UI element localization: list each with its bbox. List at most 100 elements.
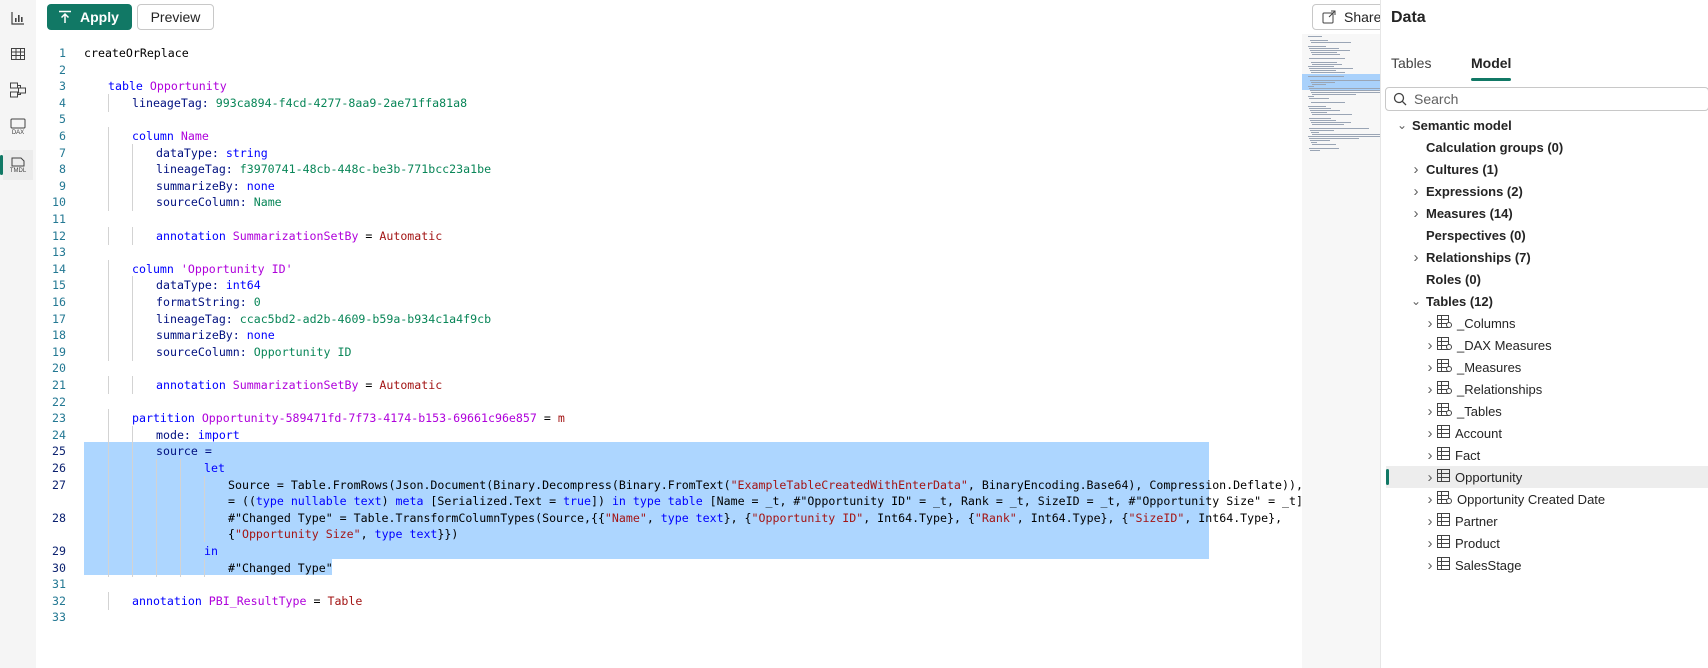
- minimap-line: [1309, 108, 1331, 109]
- tree-item[interactable]: › _Measures: [1423, 356, 1522, 378]
- chevron-right-icon[interactable]: ›: [1423, 359, 1437, 376]
- report-view-icon[interactable]: [3, 3, 33, 33]
- chevron-right-icon[interactable]: ›: [1409, 161, 1423, 178]
- code-text: dataType: int64: [156, 276, 261, 294]
- tab-tables[interactable]: Tables: [1391, 55, 1431, 71]
- code-text: lineageTag: 993ca894-f4cd-4277-8aa9-2ae7…: [132, 94, 467, 112]
- tree-item[interactable]: › Measures (14): [1409, 202, 1513, 224]
- model-view-icon[interactable]: [3, 75, 33, 105]
- chevron-right-icon[interactable]: ›: [1409, 205, 1423, 222]
- indent-guide: [108, 508, 109, 527]
- indent-guide: [108, 259, 109, 278]
- tree-item[interactable]: › _Columns: [1423, 312, 1516, 334]
- tree-item[interactable]: ⌄ Semantic model: [1395, 114, 1512, 136]
- code-token: =: [358, 228, 380, 243]
- tree-item[interactable]: › SalesStage: [1423, 554, 1522, 576]
- minimap-line: [1308, 36, 1322, 37]
- code-token: PBI_ResultType: [208, 593, 307, 608]
- search-input[interactable]: [1414, 90, 1694, 108]
- search-box[interactable]: [1385, 87, 1708, 111]
- tree-item-label: _Tables: [1457, 403, 1502, 419]
- code-text: Source = Table.FromRows(Json.Document(Bi…: [228, 476, 1332, 494]
- chevron-right-icon[interactable]: ›: [1423, 469, 1437, 486]
- tree-item-label: _Columns: [1457, 315, 1516, 331]
- table-icon: [1437, 535, 1450, 551]
- code-token: dataType:: [156, 278, 226, 293]
- tree-item[interactable]: Perspectives (0): [1409, 224, 1526, 246]
- chevron-right-icon[interactable]: ›: [1423, 403, 1437, 420]
- chevron-right-icon[interactable]: ›: [1409, 183, 1423, 200]
- minimap-line: [1310, 120, 1336, 121]
- tree-item[interactable]: › Partner: [1423, 510, 1498, 532]
- code-token: Opportunity: [149, 79, 227, 94]
- tab-model[interactable]: Model: [1471, 55, 1511, 71]
- code-line: 4 lineageTag: 993ca894-f4cd-4277-8aa9-2ae…: [36, 93, 1332, 112]
- indent-guide: [132, 193, 133, 212]
- preview-button[interactable]: Preview: [137, 4, 214, 30]
- minimap-line: [1310, 70, 1336, 71]
- calc-table-icon: [1437, 381, 1452, 397]
- chevron-right-icon[interactable]: ›: [1423, 315, 1437, 332]
- code-token: }}): [437, 527, 459, 542]
- chevron-right-icon[interactable]: ›: [1423, 557, 1437, 574]
- indent-guide: [156, 542, 157, 560]
- chevron-right-icon[interactable]: ›: [1423, 513, 1437, 530]
- tree-item[interactable]: › Product: [1423, 532, 1500, 554]
- tree-item[interactable]: › Opportunity Created Date: [1423, 488, 1606, 510]
- chevron-right-icon[interactable]: ›: [1423, 535, 1437, 552]
- indent-guide: [108, 143, 109, 162]
- tree-item[interactable]: › _DAX Measures: [1423, 334, 1552, 356]
- calc-table-icon: [1437, 491, 1452, 507]
- apply-icon: [59, 10, 71, 23]
- chevron-right-icon[interactable]: ›: [1409, 249, 1423, 266]
- tree-item[interactable]: › Relationships (7): [1409, 246, 1531, 268]
- indent-guide: [108, 193, 109, 212]
- table-view-icon[interactable]: [3, 39, 33, 69]
- tree-item[interactable]: › Opportunity: [1423, 466, 1523, 488]
- tree-item[interactable]: Calculation groups (0): [1409, 136, 1563, 158]
- code-text: mode: import: [156, 426, 240, 444]
- indent-guide: [204, 492, 205, 511]
- tree-item[interactable]: Roles (0): [1409, 268, 1481, 290]
- tree-item[interactable]: › Cultures (1): [1409, 158, 1499, 180]
- chevron-right-icon[interactable]: ›: [1423, 425, 1437, 442]
- code-token: Name: [253, 195, 282, 210]
- tree-item-label: Account: [1455, 425, 1502, 441]
- tree-item[interactable]: ⌄ Tables (12): [1409, 290, 1493, 312]
- indent-guide: [156, 508, 157, 527]
- indent-guide: [180, 459, 181, 477]
- chevron-right-icon[interactable]: ›: [1423, 447, 1437, 464]
- code-token: none: [246, 328, 275, 343]
- code-line: 11: [36, 210, 1332, 228]
- tmdl-view-icon[interactable]: TMDL: [0, 150, 33, 180]
- indent-guide: [132, 376, 133, 394]
- chevron-right-icon[interactable]: ›: [1423, 381, 1437, 398]
- code-line: 6 column Name: [36, 127, 1332, 145]
- chevron-right-icon[interactable]: ›: [1423, 491, 1437, 508]
- code-token: Automatic: [379, 228, 443, 243]
- tree-item[interactable]: › Account: [1423, 422, 1502, 444]
- table-icon: [1437, 425, 1450, 441]
- tmdl-label: TMDL: [10, 168, 27, 174]
- apply-button[interactable]: Apply: [47, 4, 132, 30]
- code-token: 0: [253, 295, 261, 309]
- code-token: dataType:: [156, 145, 226, 160]
- minimap-line: [1310, 40, 1328, 41]
- line-number: 19: [52, 344, 66, 359]
- tree-item[interactable]: › _Tables: [1423, 400, 1502, 422]
- minimap-line: [1312, 54, 1340, 55]
- chevron-down-icon[interactable]: ⌄: [1409, 294, 1423, 308]
- chevron-right-icon[interactable]: ›: [1423, 337, 1437, 354]
- chevron-down-icon[interactable]: ⌄: [1395, 118, 1409, 132]
- dax-query-view-icon[interactable]: DAX: [3, 112, 33, 142]
- tree-item[interactable]: › Expressions (2): [1409, 180, 1523, 202]
- indent-guide: [132, 558, 133, 577]
- code-editor[interactable]: 1 createOrReplace 2 3 table Opportunity 4 line…: [36, 40, 1332, 668]
- code-line: 23 partition Opportunity-589471fd-7f73-41…: [36, 409, 1332, 428]
- minimap-line: [1308, 76, 1344, 77]
- tree-item[interactable]: › Fact: [1423, 444, 1481, 466]
- indent-guide: [108, 276, 109, 295]
- indent-guide: [108, 293, 109, 311]
- tree-item[interactable]: › _Relationships: [1423, 378, 1543, 400]
- code-line: 32 annotation PBI_ResultType = Table: [36, 591, 1332, 610]
